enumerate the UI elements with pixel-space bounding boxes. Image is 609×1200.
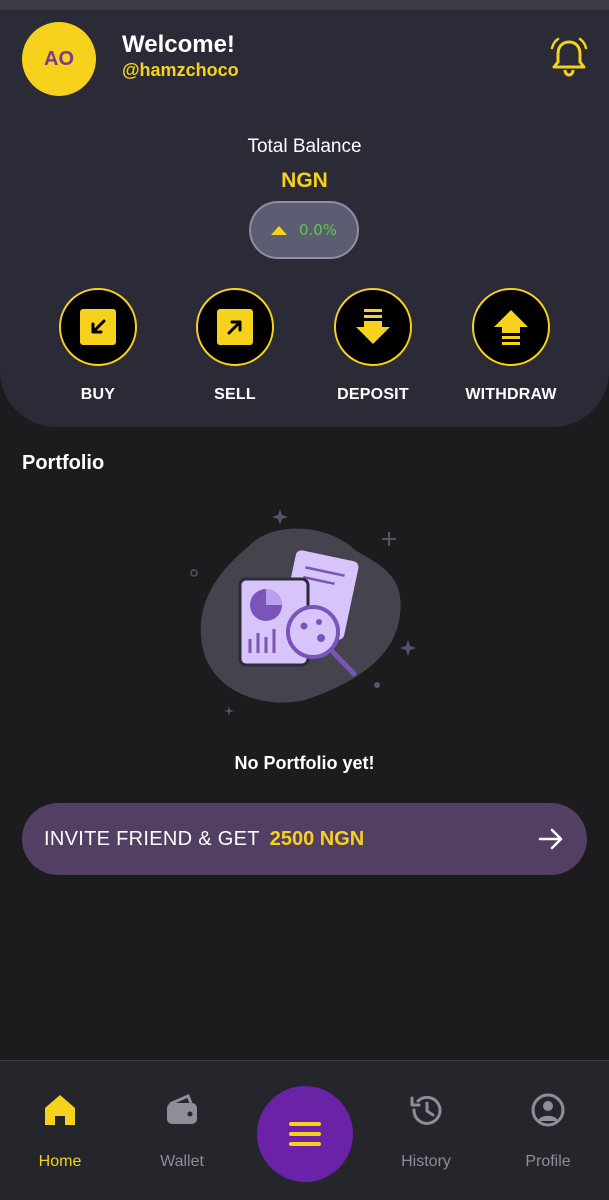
invite-text: INVITE FRIEND & GET (44, 827, 260, 850)
status-bar (0, 0, 609, 10)
nav-home[interactable]: Home (15, 1092, 105, 1171)
menu-icon (289, 1122, 321, 1146)
nav-wallet-label: Wallet (160, 1153, 204, 1170)
withdraw-icon (472, 288, 550, 366)
buy-button[interactable]: BUY (43, 288, 153, 404)
header-panel: AO Welcome! @hamzchoco Total Balance NGN… (0, 10, 609, 427)
balance-currency: NGN (281, 169, 328, 192)
profile-icon (531, 1093, 565, 1127)
arrow-up-right-icon (196, 288, 274, 366)
arrow-right-icon (538, 828, 563, 850)
nav-profile-label: Profile (525, 1153, 571, 1170)
username: @hamzchoco (122, 60, 239, 80)
menu-button[interactable] (257, 1086, 353, 1182)
nav-wallet[interactable]: Wallet (137, 1092, 227, 1171)
home-icon (45, 1095, 75, 1125)
invite-friend-banner[interactable]: INVITE FRIEND & GET 2500 NGN (22, 803, 587, 875)
balance-change-badge: 0.0% (249, 201, 359, 259)
nav-history-label: History (401, 1153, 451, 1170)
balance-change-value: 0.0% (298, 221, 338, 239)
welcome-text: Welcome! (122, 31, 235, 58)
buy-label: BUY (80, 386, 116, 403)
total-balance-label: Total Balance (247, 136, 362, 157)
withdraw-label: WITHDRAW (465, 386, 557, 403)
nav-profile[interactable]: Profile (503, 1092, 593, 1171)
withdraw-button[interactable]: WITHDRAW (456, 288, 566, 404)
bell-icon[interactable] (548, 36, 590, 78)
sell-button[interactable]: SELL (180, 288, 290, 404)
deposit-label: DEPOSIT (337, 386, 409, 403)
avatar[interactable]: AO (22, 22, 96, 96)
history-icon (410, 1095, 442, 1125)
empty-portfolio-illustration (190, 509, 416, 716)
nav-home-label: Home (38, 1153, 82, 1170)
triangle-up-icon (270, 225, 287, 235)
arrow-down-left-icon (59, 288, 137, 366)
deposit-icon (334, 288, 412, 366)
wallet-icon (167, 1094, 197, 1124)
deposit-button[interactable]: DEPOSIT (318, 288, 428, 404)
portfolio-title: Portfolio (22, 452, 105, 474)
sell-label: SELL (214, 386, 256, 403)
nav-history[interactable]: History (381, 1092, 471, 1171)
empty-portfolio-message: No Portfolio yet! (234, 753, 375, 773)
invite-amount: 2500 NGN (269, 827, 365, 850)
